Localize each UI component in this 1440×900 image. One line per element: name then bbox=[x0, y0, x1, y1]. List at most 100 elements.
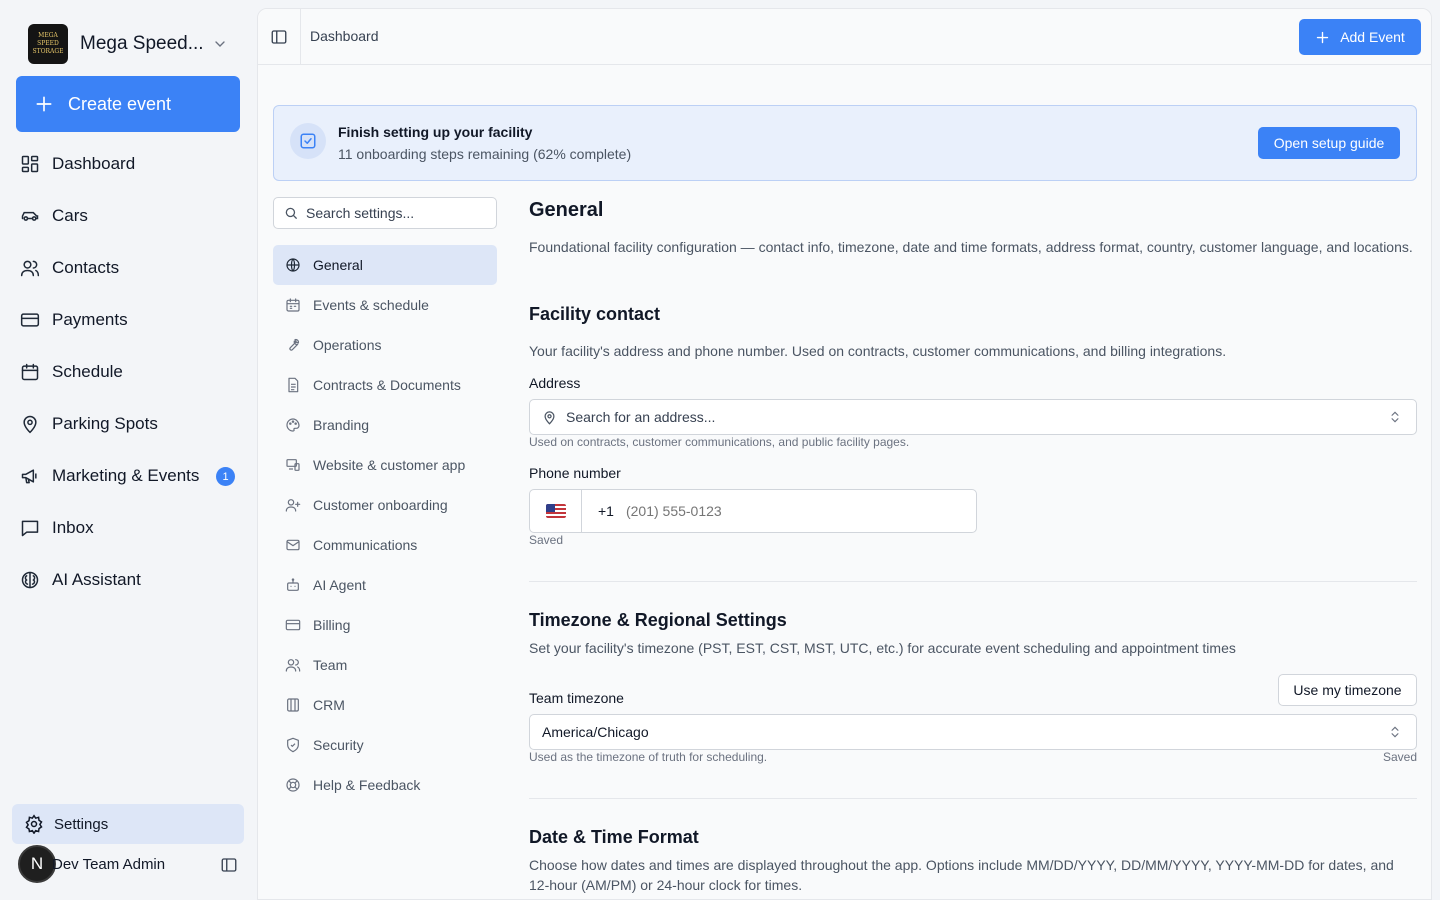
nav-item-ai-assistant[interactable]: AI Assistant bbox=[20, 554, 240, 606]
settings-nav-general[interactable]: General bbox=[273, 245, 497, 285]
nav-item-dashboard[interactable]: Dashboard bbox=[20, 138, 240, 190]
section-divider bbox=[529, 798, 1417, 799]
settings-nav-ai-agent[interactable]: AI Agent bbox=[273, 565, 497, 605]
shield-icon bbox=[287, 737, 299, 753]
add-event-label: Add Event bbox=[1340, 29, 1405, 45]
search-icon bbox=[285, 207, 297, 219]
section-title-date-time: Date & Time Format bbox=[529, 827, 699, 847]
users-icon bbox=[285, 659, 301, 672]
nav-item-inbox[interactable]: Inbox bbox=[20, 502, 240, 554]
phone-field: +1 bbox=[529, 489, 977, 533]
settings-nav-label: Contracts & Documents bbox=[313, 377, 461, 393]
brain-icon bbox=[21, 571, 39, 589]
breadcrumb[interactable]: Dashboard bbox=[310, 28, 379, 44]
nav-item-parking-spots[interactable]: Parking Spots bbox=[20, 398, 240, 450]
general-description: Foundational facility configuration — co… bbox=[529, 239, 1413, 255]
sidebar-toggle-icon[interactable] bbox=[220, 856, 238, 874]
settings-search[interactable] bbox=[273, 197, 497, 229]
open-setup-guide-button[interactable]: Open setup guide bbox=[1258, 127, 1400, 159]
search-input[interactable] bbox=[306, 205, 486, 221]
settings-nav-contracts-documents[interactable]: Contracts & Documents bbox=[273, 365, 497, 405]
chevron-down-icon bbox=[212, 36, 228, 52]
nav-item-contacts[interactable]: Contacts bbox=[20, 242, 240, 294]
settings-nav-security[interactable]: Security bbox=[273, 725, 497, 765]
brand-name: Mega Speed... bbox=[80, 33, 204, 54]
user-plus-icon bbox=[285, 499, 301, 512]
settings-nav-label: General bbox=[313, 257, 363, 273]
nav-item-schedule[interactable]: Schedule bbox=[20, 346, 240, 398]
nav-item-settings[interactable]: Settings bbox=[12, 804, 244, 844]
nav-item-cars[interactable]: Cars bbox=[20, 190, 240, 242]
settings-nav-branding[interactable]: Branding bbox=[273, 405, 497, 445]
settings-nav-website-app[interactable]: Website & customer app bbox=[273, 445, 497, 485]
settings-nav: General Events & schedule Operations Con… bbox=[273, 245, 497, 805]
settings-label: Settings bbox=[54, 815, 109, 833]
user-menu[interactable]: N Dev Team Admin bbox=[18, 844, 244, 884]
credit-card-icon bbox=[20, 313, 40, 327]
settings-nav-label: Help & Feedback bbox=[313, 777, 421, 793]
settings-nav-label: CRM bbox=[313, 697, 345, 713]
section-divider bbox=[529, 581, 1417, 582]
nav-label: Schedule bbox=[52, 362, 123, 381]
add-event-button[interactable]: Add Event bbox=[1299, 19, 1421, 55]
avatar[interactable]: N bbox=[18, 845, 56, 883]
settings-nav-help-feedback[interactable]: Help & Feedback bbox=[273, 765, 497, 805]
nav-item-marketing-events[interactable]: Marketing & Events 1 bbox=[20, 450, 240, 502]
settings-nav-label: Billing bbox=[313, 617, 351, 633]
lifebuoy-icon bbox=[286, 778, 300, 792]
settings-nav-label: AI Agent bbox=[313, 577, 366, 593]
wrench-icon bbox=[289, 338, 300, 351]
megaphone-icon bbox=[21, 469, 37, 484]
map-pin-icon bbox=[23, 415, 37, 434]
brand-logo: MEGA SPEED STORAGE bbox=[28, 24, 68, 64]
settings-nav-label: Team bbox=[313, 657, 348, 673]
section-title-general: General bbox=[529, 199, 604, 221]
nav-label: Inbox bbox=[52, 518, 94, 537]
setup-banner: Finish setting up your facility 11 onboa… bbox=[273, 105, 1417, 181]
create-event-label: Create event bbox=[68, 93, 172, 114]
create-event-button[interactable]: Create event bbox=[16, 76, 240, 132]
use-my-timezone-button[interactable]: Use my timezone bbox=[1278, 674, 1417, 706]
settings-nav-label: Operations bbox=[313, 337, 382, 353]
settings-nav-label: Website & customer app bbox=[313, 457, 466, 473]
calendar-icon bbox=[286, 298, 300, 312]
divider bbox=[300, 9, 301, 65]
settings-nav-operations[interactable]: Operations bbox=[273, 325, 497, 365]
panel-toggle-icon[interactable] bbox=[270, 28, 288, 46]
phone-country-code: +1 bbox=[598, 503, 614, 519]
banner-title: Finish setting up your facility bbox=[338, 124, 533, 140]
phone-input[interactable] bbox=[625, 503, 926, 519]
devices-icon bbox=[286, 459, 300, 471]
timezone-select[interactable]: America/Chicago bbox=[529, 714, 1417, 750]
settings-nav-label: Security bbox=[313, 737, 364, 753]
section-title-facility-contact: Facility contact bbox=[529, 304, 661, 324]
nav-label: Marketing & Events bbox=[52, 466, 200, 485]
contacts-icon bbox=[20, 260, 40, 277]
us-flag-icon bbox=[545, 504, 566, 518]
address-search-field[interactable]: Search for an address... bbox=[529, 399, 1417, 435]
settings-nav-communications[interactable]: Communications bbox=[273, 525, 497, 565]
timezone-description: Set your facility's timezone (PST, EST, … bbox=[529, 640, 1236, 656]
crm-icon bbox=[287, 698, 299, 712]
credit-card-icon bbox=[285, 619, 301, 631]
team-timezone-label: Team timezone bbox=[529, 690, 624, 706]
settings-nav-events-schedule[interactable]: Events & schedule bbox=[273, 285, 497, 325]
settings-nav-label: Branding bbox=[313, 417, 370, 433]
country-selector[interactable] bbox=[530, 490, 582, 532]
dashboard-icon bbox=[21, 155, 39, 173]
nav-label: Contacts bbox=[52, 258, 120, 277]
nav-item-payments[interactable]: Payments bbox=[20, 294, 240, 346]
nav-label: Parking Spots bbox=[52, 414, 158, 433]
top-bar: Dashboard Add Event bbox=[258, 9, 1431, 65]
chevron-up-down-icon bbox=[1388, 725, 1402, 739]
nav-label: Payments bbox=[52, 310, 128, 329]
address-hint: Used on contracts, customer communicatio… bbox=[529, 435, 910, 449]
brand-switcher[interactable]: MEGA SPEED STORAGE Mega Speed... bbox=[28, 24, 225, 64]
timezone-saved-status: Saved bbox=[1382, 750, 1417, 764]
settings-nav-team[interactable]: Team bbox=[273, 645, 497, 685]
phone-label: Phone number bbox=[529, 465, 621, 481]
settings-nav-billing[interactable]: Billing bbox=[273, 605, 497, 645]
settings-nav-crm[interactable]: CRM bbox=[273, 685, 497, 725]
settings-nav-customer-onboarding[interactable]: Customer onboarding bbox=[273, 485, 497, 525]
map-pin-icon bbox=[542, 410, 557, 425]
